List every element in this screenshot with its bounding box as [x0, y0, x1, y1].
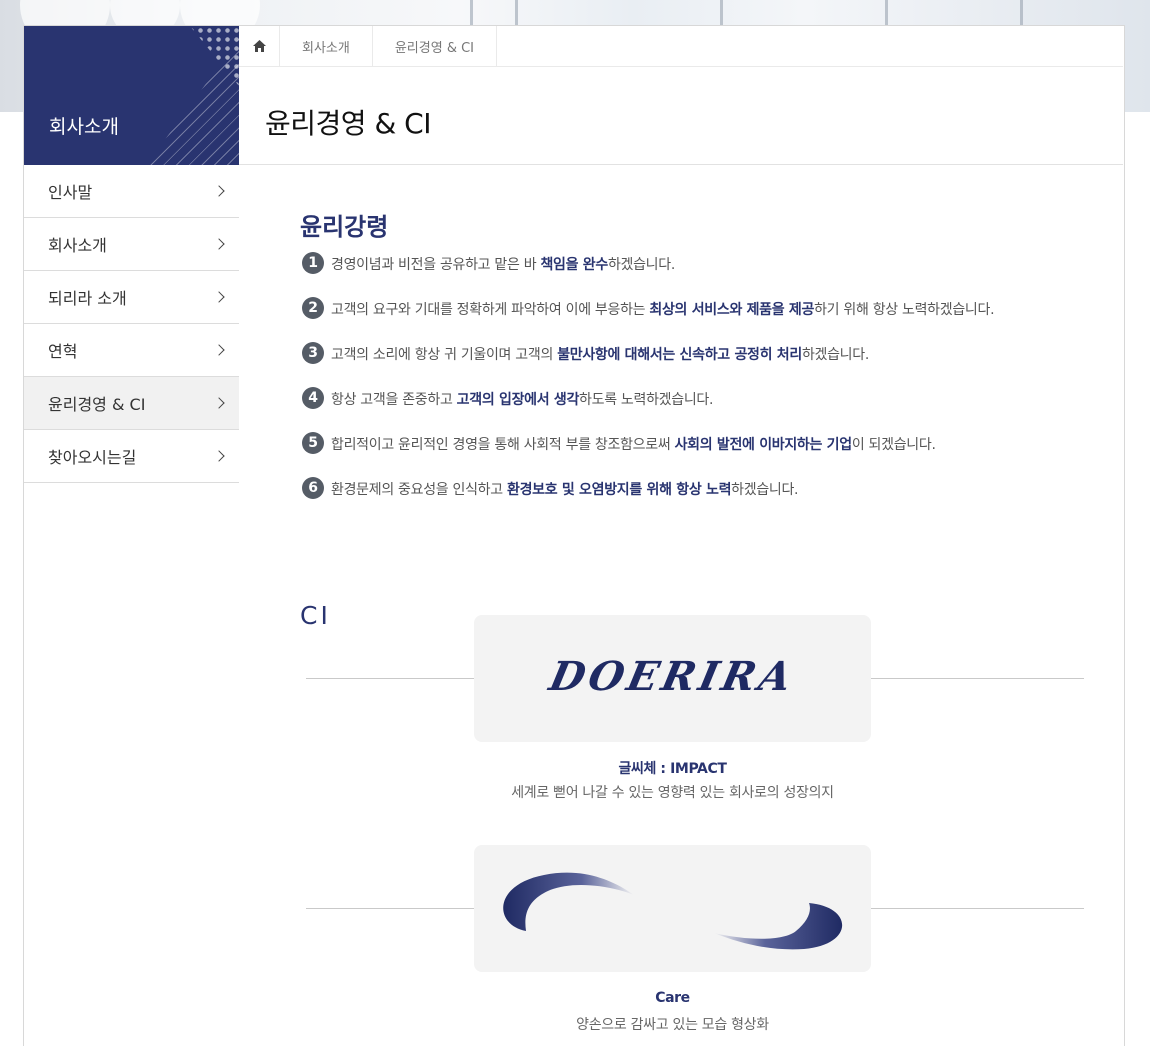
sidebar-item-label: 연혁 [48, 342, 78, 361]
chevron-right-icon [213, 291, 225, 303]
chevron-right-icon [213, 344, 225, 356]
divider [239, 164, 1123, 165]
sidebar-item-company[interactable]: 회사소개 [24, 218, 239, 271]
breadcrumb: 회사소개 윤리경영 & CI [239, 26, 1123, 67]
ethics-text: 경영이념과 비전을 공유하고 맡은 바 [331, 257, 541, 273]
breadcrumb-item-ethics-ci[interactable]: 윤리경영 & CI [373, 26, 497, 66]
sidebar-header: 회사소개 [24, 26, 239, 165]
chevron-right-icon [213, 397, 225, 409]
ci-section-title: CI [300, 601, 331, 630]
list-item: 3 고객의 소리에 항상 귀 기울이며 고객의 불만사항에 대해서는 신속하고 … [302, 342, 994, 389]
ethics-highlight: 불만사항에 대해서는 신속하고 공정히 처리 [557, 347, 802, 363]
page-title: 윤리경영 & CI [265, 107, 431, 140]
symbol-card [474, 845, 871, 972]
ethics-text: 항상 고객을 존중하고 [331, 392, 457, 408]
sidebar-item-ethics-ci[interactable]: 윤리경영 & CI [24, 377, 239, 430]
ethics-list: 1 경영이념과 비전을 공유하고 맡은 바 책임을 완수하겠습니다. 2 고객의… [302, 252, 995, 524]
ethics-highlight: 환경보호 및 오염방지를 위해 항상 노력 [507, 482, 732, 498]
list-item: 5 합리적이고 윤리적인 경영을 통해 사회적 부를 창조함으로써 사회의 발전… [302, 432, 994, 479]
sidebar-item-doerira[interactable]: 되리라 소개 [24, 271, 239, 324]
chevron-right-icon [213, 238, 225, 250]
sidebar-item-label: 윤리경영 & CI [48, 395, 146, 414]
ethics-text: 이 되겠습니다. [851, 437, 936, 453]
number-badge: 3 [302, 342, 324, 364]
ethics-text: 하기 위해 항상 노력하겠습니다. [814, 302, 995, 318]
sidebar-item-history[interactable]: 연혁 [24, 324, 239, 377]
symbol-caption-desc: 양손으로 감싸고 있는 모습 형상화 [576, 1017, 769, 1033]
ethics-text: 하겠습니다. [801, 347, 869, 363]
ethics-highlight: 최상의 서비스와 제품을 제공 [649, 302, 815, 318]
swoosh-symbol-icon [503, 872, 843, 950]
list-item: 6 환경문제의 중요성을 인식하고 환경보호 및 오염방지를 위해 항상 노력하… [302, 477, 994, 524]
chevron-right-icon [213, 450, 225, 462]
ethics-text: 환경문제의 중요성을 인식하고 [331, 482, 507, 498]
symbol-caption-title: Care [655, 990, 690, 1006]
logo-caption-title: 글씨체 : IMPACT [618, 761, 727, 777]
list-item: 2 고객의 요구와 기대를 정확하게 파악하여 이에 부응하는 최상의 서비스와… [302, 297, 995, 344]
ethics-text: 합리적이고 윤리적인 경영을 통해 사회적 부를 창조함으로써 [331, 437, 675, 453]
ethics-text: 하겠습니다. [731, 482, 799, 498]
number-badge: 1 [302, 252, 324, 274]
logo-caption-desc: 세계로 뻗어 나갈 수 있는 영향력 있는 회사로의 성장의지 [511, 785, 834, 801]
content-frame: 회사소개 인사말 회사소개 되리라 소개 연혁 윤리경영 & CI 찾아오시는길 [23, 25, 1125, 1046]
number-badge: 2 [302, 297, 324, 319]
sidebar-item-label: 찾아오시는길 [48, 448, 137, 467]
sidebar-menu: 인사말 회사소개 되리라 소개 연혁 윤리경영 & CI 찾아오시는길 [24, 165, 239, 483]
number-badge: 6 [302, 477, 324, 499]
ethics-highlight: 책임을 완수 [540, 257, 608, 273]
breadcrumb-item-company[interactable]: 회사소개 [280, 26, 373, 66]
sidebar-item-directions[interactable]: 찾아오시는길 [24, 430, 239, 483]
sidebar-title: 회사소개 [49, 116, 119, 138]
sidebar-item-label: 인사말 [48, 183, 93, 202]
sidebar-item-label: 회사소개 [48, 236, 107, 255]
breadcrumb-home[interactable] [239, 26, 280, 66]
list-item: 1 경영이념과 비전을 공유하고 맡은 바 책임을 완수하겠습니다. [302, 252, 994, 299]
logo-card: DOERIRA [474, 615, 871, 742]
ethics-section-title: 윤리강령 [300, 213, 389, 241]
sidebar-item-label: 되리라 소개 [48, 289, 127, 308]
ethics-text: 고객의 요구와 기대를 정확하게 파악하여 이에 부응하는 [331, 302, 650, 318]
ethics-highlight: 고객의 입장에서 생각 [456, 392, 580, 408]
ethics-text: 하겠습니다. [607, 257, 675, 273]
home-icon [252, 40, 266, 52]
ethics-highlight: 사회의 발전에 이바지하는 기업 [674, 437, 853, 453]
doerira-logo: DOERIRA [545, 653, 800, 700]
list-item: 4 항상 고객을 존중하고 고객의 입장에서 생각하도록 노력하겠습니다. [302, 387, 994, 434]
number-badge: 4 [302, 387, 324, 409]
number-badge: 5 [302, 432, 324, 454]
ethics-text: 고객의 소리에 항상 귀 기울이며 고객의 [331, 347, 558, 363]
chevron-right-icon [213, 185, 225, 197]
ethics-text: 하도록 노력하겠습니다. [579, 392, 714, 408]
sidebar-item-greeting[interactable]: 인사말 [24, 165, 239, 218]
